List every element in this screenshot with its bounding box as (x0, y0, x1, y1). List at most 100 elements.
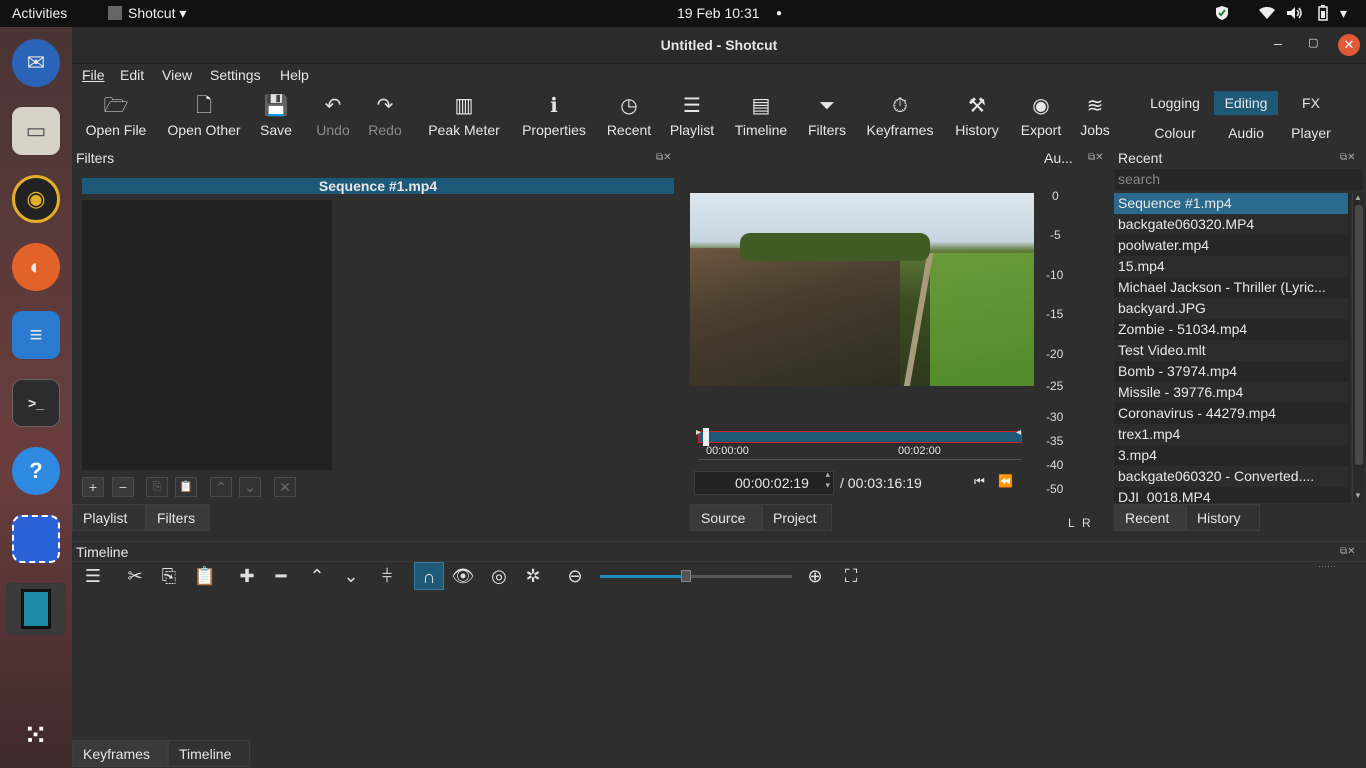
filter-list[interactable] (82, 200, 332, 470)
recent-list-item[interactable]: backyard.JPG (1114, 298, 1348, 319)
remove-icon[interactable]: ━ (266, 562, 296, 590)
app-menu[interactable]: Shotcut ▾ (108, 0, 186, 27)
wifi-icon[interactable] (1258, 0, 1276, 27)
tab-playlist[interactable]: Playlist (72, 504, 146, 531)
volume-icon[interactable] (1286, 0, 1304, 27)
recent-button[interactable]: ◷ Recent (604, 88, 654, 148)
ripple-all-icon[interactable]: ✲ (518, 562, 548, 590)
show-apps-grid-icon[interactable]: ⁙ (12, 711, 60, 759)
tab-history[interactable]: History (1186, 504, 1260, 531)
activities-button[interactable]: Activities (12, 0, 67, 27)
move-up-icon[interactable]: ⌃ (210, 477, 232, 497)
copy-filter-icon[interactable]: ⎘ (146, 477, 168, 497)
system-menu-chevron-icon[interactable]: ▾ (1340, 0, 1347, 27)
remove-filter-button[interactable]: − (112, 477, 134, 497)
files-icon[interactable]: ▭ (12, 107, 60, 155)
tab-keyframes[interactable]: Keyframes (72, 740, 168, 767)
recent-list[interactable]: Sequence #1.mp4 backgate060320.MP4 poolwat… (1114, 193, 1350, 503)
timeline-menu-icon[interactable]: ☰ (78, 562, 108, 590)
append-icon[interactable]: ✚ (232, 562, 262, 590)
add-filter-button[interactable]: + (82, 477, 104, 497)
tab-filters[interactable]: Filters (146, 504, 210, 531)
tab-recent[interactable]: Recent (1114, 504, 1186, 531)
recent-list-item[interactable]: Bomb - 37974.mp4 (1114, 361, 1348, 382)
filters-button[interactable]: ⏷ Filters (804, 88, 850, 148)
recent-list-item[interactable]: Test Video.mlt (1114, 340, 1348, 361)
recent-list-item[interactable]: Missile - 39776.mp4 (1114, 382, 1348, 403)
deselect-filter-icon[interactable]: ✕ (274, 477, 296, 497)
current-time-field[interactable]: 00:00:02:19 ▴ ▾ (694, 469, 834, 495)
close-icon[interactable]: ✕ (1338, 34, 1360, 56)
menu-view[interactable]: View (162, 67, 192, 83)
tab-project[interactable]: Project (762, 504, 832, 531)
recent-list-item[interactable]: 15.mp4 (1114, 256, 1348, 277)
minimize-icon[interactable]: – (1274, 35, 1282, 51)
shotcut-dock-icon[interactable] (6, 583, 66, 635)
recent-list-item[interactable]: poolwater.mp4 (1114, 235, 1348, 256)
menu-edit[interactable]: Edit (120, 67, 144, 83)
scroll-up-icon[interactable]: ▲ (1354, 193, 1362, 202)
thunderbird-icon[interactable]: ✉ (12, 39, 60, 87)
tab-timeline[interactable]: Timeline (168, 740, 250, 767)
zoom-fit-icon[interactable]: ⛶ (836, 562, 866, 590)
layout-audio[interactable]: Audio (1214, 121, 1278, 145)
paste-icon[interactable]: 📋 (190, 562, 220, 590)
split-icon[interactable]: ⫩ (372, 562, 402, 590)
cut-icon[interactable]: ✂ (120, 562, 150, 590)
recent-list-item[interactable]: 3.mp4 (1114, 445, 1348, 466)
timeline-button[interactable]: ▤ Timeline (730, 88, 792, 148)
writer-icon[interactable]: ≡ (12, 311, 60, 359)
video-preview[interactable] (690, 193, 1034, 386)
snap-magnet-icon[interactable]: ∩ (414, 562, 444, 590)
panel-float-close-icon[interactable]: ⧉✕ (656, 152, 672, 163)
menu-help[interactable]: Help (280, 67, 309, 83)
lift-icon[interactable]: ⌃ (302, 562, 332, 590)
overwrite-icon[interactable]: ⌄ (336, 562, 366, 590)
recent-list-item[interactable]: Zombie - 51034.mp4 (1114, 319, 1348, 340)
redo-button[interactable]: ↷ Redo (366, 88, 404, 148)
clock[interactable]: 19 Feb 10:31 (677, 0, 760, 27)
skip-to-start-icon[interactable]: ⏮ (974, 474, 985, 489)
open-file-button[interactable]: 🗁 Open File (80, 88, 152, 148)
zoom-out-icon[interactable]: ⊖ (560, 562, 590, 590)
timeline-panel-float-close-icon[interactable]: ⧉✕ (1340, 546, 1356, 557)
export-button[interactable]: ◉ Export (1016, 88, 1066, 148)
undo-button[interactable]: ↶ Undo (314, 88, 352, 148)
recent-panel-float-close-icon[interactable]: ⧉✕ (1340, 152, 1356, 163)
layout-logging[interactable]: Logging (1140, 91, 1210, 115)
time-spinner-icon[interactable]: ▴ ▾ (825, 469, 830, 491)
recent-scrollbar-thumb[interactable] (1355, 205, 1363, 465)
ripple-icon[interactable]: ◎ (484, 562, 514, 590)
recent-scrollbar[interactable]: ▲ ▼ (1352, 193, 1364, 503)
recent-list-item[interactable]: Coronavirus - 44279.mp4 (1114, 403, 1348, 424)
save-button[interactable]: 💾 Save (258, 88, 294, 148)
recent-search-input[interactable]: search (1114, 168, 1364, 191)
terminal-icon[interactable]: >_ (12, 379, 60, 427)
recent-list-item[interactable]: backgate060320.MP4 (1114, 214, 1348, 235)
audio-panel-float-close-icon[interactable]: ⧉✕ (1088, 152, 1104, 163)
screenshot-icon[interactable] (12, 515, 60, 563)
help-icon[interactable]: ? (12, 447, 60, 495)
recent-list-item[interactable]: Sequence #1.mp4 (1114, 193, 1348, 214)
firefox-icon[interactable]: ◐ (12, 243, 60, 291)
jobs-button[interactable]: ≋ Jobs (1076, 88, 1114, 148)
playlist-button[interactable]: ☰ Playlist (666, 88, 718, 148)
keyframes-button[interactable]: ⏱ Keyframes (862, 88, 938, 148)
layout-player[interactable]: Player (1286, 121, 1336, 145)
rhythmbox-icon[interactable]: ◉ (12, 175, 60, 223)
move-down-icon[interactable]: ⌄ (239, 477, 261, 497)
recent-list-item[interactable]: Michael Jackson - Thriller (Lyric... (1114, 277, 1348, 298)
scrubber-bar[interactable] (698, 428, 1022, 446)
zoom-slider-handle[interactable] (681, 570, 692, 582)
copy-icon[interactable]: ⎘ (154, 562, 184, 590)
maximize-icon[interactable]: ▢ (1308, 36, 1318, 49)
open-other-button[interactable]: 🗋 Open Other (162, 88, 246, 148)
timeline-tracks-area[interactable] (72, 592, 1366, 740)
scrub-eye-icon[interactable]: 👁 (448, 562, 478, 590)
layout-colour[interactable]: Colour (1140, 121, 1210, 145)
tab-source[interactable]: Source (690, 504, 762, 531)
recent-list-item[interactable]: trex1.mp4 (1114, 424, 1348, 445)
scroll-down-icon[interactable]: ▼ (1354, 491, 1362, 500)
zoom-in-icon[interactable]: ⊕ (800, 562, 830, 590)
properties-button[interactable]: ℹ Properties (516, 88, 592, 148)
